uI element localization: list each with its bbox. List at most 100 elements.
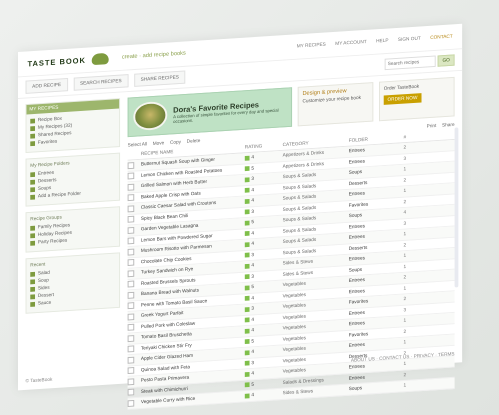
- row-checkbox[interactable]: [127, 356, 135, 364]
- recipe-folder: Desserts: [348, 179, 368, 187]
- copy-button[interactable]: Copy: [170, 139, 181, 145]
- recipe-folder: Favorites: [348, 331, 369, 339]
- sidebar-item-label: Salad: [37, 269, 50, 277]
- row-checkbox[interactable]: [127, 334, 135, 342]
- recipe-folder: Entrees: [348, 277, 366, 285]
- search-go-button[interactable]: GO: [437, 54, 455, 67]
- design-preview-box[interactable]: Design & preview Customize your recipe b…: [297, 82, 374, 127]
- recipe-count: 2: [403, 145, 407, 151]
- select-all-button[interactable]: Select All: [128, 142, 147, 149]
- row-checkbox[interactable]: [127, 205, 135, 213]
- row-checkbox[interactable]: [127, 302, 135, 310]
- recipe-count: 2: [403, 199, 407, 205]
- recipe-count: 3: [403, 155, 407, 162]
- nav-share-recipes-button[interactable]: SHARE RECIPES: [133, 70, 186, 87]
- sidebar-item-label: Sauce: [37, 299, 52, 307]
- recipe-count: 1: [403, 188, 407, 195]
- row-checkbox[interactable]: [127, 280, 135, 288]
- search-area: GO: [384, 54, 455, 71]
- sidebar-item-label: Dessert: [37, 292, 55, 299]
- recipe-rating: 3: [244, 250, 283, 258]
- rating-value: 4: [251, 349, 255, 356]
- stage: TASTE BOOK create · add recipe books MY …: [0, 0, 499, 415]
- group-icon: [30, 232, 36, 238]
- table-header-folder[interactable]: FOLDER: [349, 135, 404, 144]
- row-checkbox[interactable]: [127, 183, 135, 191]
- brand-logo[interactable]: TASTE BOOK create · add recipe books: [27, 48, 185, 69]
- row-checkbox[interactable]: [127, 172, 135, 180]
- row-checkbox[interactable]: [127, 248, 135, 256]
- recipe-count: 3: [403, 220, 407, 227]
- group-icon: [30, 225, 36, 231]
- row-checkbox[interactable]: [127, 345, 135, 353]
- brand-tagline: create · add recipe books: [121, 50, 186, 61]
- recipe-folder: Soups: [348, 266, 363, 274]
- rating-icon: [244, 263, 250, 269]
- recipe-count: 2: [403, 242, 407, 249]
- recipe-rating: 3: [244, 304, 283, 312]
- rating-icon: [244, 382, 250, 388]
- toolbar-right: Print Share: [427, 122, 455, 129]
- search-input[interactable]: [384, 55, 436, 71]
- recipe-icon: [30, 271, 36, 277]
- sidebar-item-label: Soups: [37, 185, 52, 192]
- move-button[interactable]: Move: [153, 140, 165, 146]
- recipe-count: 1: [403, 318, 407, 324]
- order-now-button[interactable]: ORDER NOW: [383, 93, 422, 105]
- brand-mark-icon: [91, 52, 109, 66]
- rating-icon: [244, 274, 250, 280]
- top-link-my-recipes[interactable]: MY RECIPES: [297, 42, 326, 49]
- group-icon: [30, 240, 36, 246]
- rating-icon: [244, 252, 250, 258]
- rating-value: 5: [251, 338, 255, 345]
- row-checkbox[interactable]: [127, 161, 135, 169]
- recipe-folder: Desserts: [348, 244, 368, 252]
- rating-value: 4: [251, 241, 255, 248]
- recipe-count: 2: [403, 328, 407, 335]
- featured-book[interactable]: Dora's Favorite Recipes A collection of …: [127, 87, 293, 138]
- content: MY RECIPES Recipe Box My Recipes (32) Sh…: [18, 71, 462, 415]
- row-checkbox[interactable]: [127, 378, 135, 386]
- folder-icon: [30, 140, 36, 146]
- recipe-folder: Entrees: [348, 255, 366, 263]
- recipe-rating: 4: [244, 391, 283, 399]
- row-checkbox[interactable]: [127, 226, 135, 234]
- top-link-sign-out[interactable]: SIGN OUT: [398, 36, 421, 43]
- top-link-contact[interactable]: CONTACT: [430, 34, 452, 41]
- row-checkbox[interactable]: [127, 324, 135, 332]
- vertical-scrollbar[interactable]: [454, 127, 459, 288]
- sidebar-item-label: Shared Recipes: [37, 130, 72, 139]
- rating-icon: [244, 166, 250, 172]
- row-checkbox[interactable]: [127, 237, 135, 245]
- rating-value: 3: [251, 208, 255, 215]
- row-checkbox[interactable]: [127, 194, 135, 202]
- nav-add-recipe-button[interactable]: ADD RECIPE: [25, 77, 68, 94]
- folder-icon: [30, 186, 36, 192]
- table-header-rating[interactable]: RATING: [245, 142, 283, 151]
- row-checkbox[interactable]: [127, 291, 135, 299]
- row-checkbox[interactable]: [127, 313, 135, 321]
- row-checkbox[interactable]: [127, 259, 135, 267]
- row-checkbox[interactable]: [127, 215, 135, 223]
- nav-search-recipes-button[interactable]: SEARCH RECIPES: [73, 74, 129, 91]
- rating-icon: [244, 306, 250, 312]
- top-link-help[interactable]: HELP: [376, 38, 388, 44]
- delete-button[interactable]: Delete: [187, 138, 201, 145]
- recipe-count: 1: [403, 361, 407, 368]
- sidebar-section-recent: Recent Salad Soup Sides Dessert Sauce: [25, 252, 121, 314]
- folder-icon: [30, 125, 36, 131]
- rating-value: 3: [251, 176, 255, 183]
- row-checkbox[interactable]: [127, 388, 135, 396]
- row-checkbox[interactable]: [127, 269, 135, 277]
- print-button[interactable]: Print: [427, 123, 437, 129]
- table-header-count[interactable]: #: [404, 133, 432, 141]
- row-checkbox[interactable]: [127, 399, 135, 407]
- recipe-rating: 3: [244, 207, 283, 215]
- recipe-count: 2: [403, 372, 407, 378]
- rating-icon: [244, 209, 250, 215]
- share-button[interactable]: Share: [442, 122, 455, 128]
- rating-value: 5: [251, 284, 255, 291]
- recipe-folder: Favorites: [348, 201, 369, 209]
- sidebar-item-label: Add a Recipe Folder: [37, 190, 81, 200]
- top-link-my-account[interactable]: MY ACCOUNT: [335, 39, 366, 47]
